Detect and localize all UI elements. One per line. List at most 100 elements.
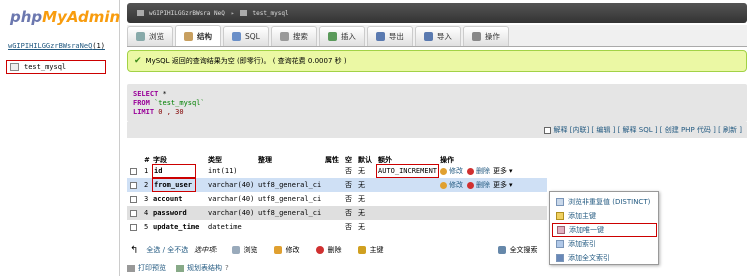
delete-link[interactable]: 删除 (476, 180, 490, 190)
database-link[interactable]: wGIPIHILGGzrBWsraNeQ(1) (8, 42, 105, 50)
nav-table-label[interactable]: test_mysql (24, 63, 66, 71)
profiling-checkbox[interactable] (543, 126, 551, 134)
edit-link[interactable]: 修改 (449, 180, 463, 190)
database-name[interactable]: wGIPIHILGGzrBWsraNeQ (8, 42, 92, 50)
print-view-link[interactable]: 打印预览 (138, 263, 166, 273)
row-num: 3 (144, 195, 149, 203)
success-message: ✔ MySQL 返回的查询结果为空 (即零行)。 ( 查询花费 0.0007 秒… (127, 50, 747, 72)
field-name[interactable]: password (153, 206, 187, 220)
sql-links-text[interactable]: 解释 [内联] [ 编辑 ] [ 解释 SQL ] [ 创建 PHP 代码 ] … (554, 125, 742, 135)
field-default: 无 (358, 167, 365, 175)
tab-structure[interactable]: 结构 (175, 25, 221, 46)
tab-browse[interactable]: 浏览 (127, 26, 173, 46)
export-icon (375, 32, 385, 41)
more-button[interactable]: 更多 (493, 180, 507, 190)
database-table-count: (1) (92, 42, 105, 50)
tab-operations[interactable]: 操作 (462, 26, 509, 46)
table-row[interactable]: 3 account varchar(40) utf8_general_ci 否 … (127, 192, 547, 206)
pencil-icon (273, 246, 282, 254)
propose-structure-link[interactable]: 规划表结构 (187, 263, 222, 273)
field-collation: utf8_general_ci (258, 209, 322, 217)
breadcrumb-table[interactable]: test_mysql (252, 10, 288, 17)
import-icon (423, 32, 433, 41)
help-icon[interactable]: ? (225, 264, 229, 272)
tab-label: 操作 (484, 32, 500, 41)
sql-links-bar: 解释 [内联] [ 编辑 ] [ 解释 SQL ] [ 创建 PHP 代码 ] … (127, 122, 747, 138)
menu-item-fulltext[interactable]: 添加全文索引 (552, 251, 657, 265)
menu-item-label: 添加主键 (568, 212, 596, 220)
check-all-link[interactable]: 全选 / 全不选 (146, 245, 188, 255)
row-checkbox[interactable] (130, 220, 137, 234)
row-checkbox[interactable] (130, 192, 137, 206)
tab-search[interactable]: 搜索 (270, 26, 317, 46)
field-type: datetime (208, 223, 242, 231)
field-null: 否 (345, 223, 352, 231)
row-num: 4 (144, 209, 149, 217)
chevron-down-icon[interactable]: ▾ (509, 181, 513, 189)
tab-bar: 浏览 结构 SQL 搜索 插入 导出 导入 操作 (127, 25, 747, 47)
print-icon (127, 264, 135, 272)
table-row[interactable]: 4 password varchar(40) utf8_general_ci 否… (127, 206, 547, 220)
phpmyadmin-logo[interactable]: phpMyAdmin (10, 8, 120, 26)
arrow-up-icon: ↰ (130, 244, 139, 256)
bulk-fulltext-button[interactable]: 全文搜索 (510, 245, 538, 255)
tab-label: 导出 (388, 32, 404, 41)
search-icon (279, 32, 289, 41)
row-num: 5 (144, 223, 149, 231)
menu-item-distinct[interactable]: 浏览非重复值 (DISTINCT) (552, 195, 657, 209)
bulk-edit-button[interactable]: 修改 (286, 245, 300, 255)
bulk-delete-button[interactable]: 删除 (328, 245, 342, 255)
structure-icon (184, 31, 193, 41)
table-icon (10, 63, 19, 71)
field-null: 否 (345, 167, 352, 175)
menu-item-index[interactable]: 添加索引 (552, 237, 657, 251)
distinct-icon (556, 198, 564, 206)
menu-item-label: 添加唯一键 (569, 226, 604, 234)
sql-query-box: SELECT * FROM `test_mysql` LIMIT 0 , 30 (127, 84, 747, 122)
sql-limit-values: 0 , 30 (158, 108, 184, 116)
key-icon (357, 246, 366, 254)
delete-icon (467, 181, 474, 189)
chevron-down-icon[interactable]: ▾ (509, 167, 513, 175)
row-actions: 修改 删除 更多 ▾ (440, 178, 513, 192)
pencil-icon (440, 167, 447, 175)
insert-icon (327, 32, 337, 41)
field-type: varchar(40) (208, 181, 255, 189)
tab-import[interactable]: 导入 (414, 26, 461, 46)
field-extra: AUTO_INCREMENT (376, 164, 440, 178)
tab-insert[interactable]: 插入 (318, 26, 365, 46)
delete-link[interactable]: 删除 (476, 166, 490, 176)
bulk-primary-button[interactable]: 主键 (370, 245, 384, 255)
row-checkbox[interactable] (130, 178, 137, 192)
field-name[interactable]: update_time (153, 220, 199, 234)
nav-table-item[interactable]: test_mysql (6, 60, 106, 74)
field-type: int(11) (208, 167, 238, 175)
bulk-browse-button[interactable]: 浏览 (244, 245, 258, 255)
row-checkbox[interactable] (130, 206, 137, 220)
edit-link[interactable]: 修改 (449, 166, 463, 176)
field-collation: utf8_general_ci (258, 195, 322, 203)
breadcrumb-server[interactable]: wGIPIHILGGzrBWsra NeQ (149, 10, 225, 17)
more-button[interactable]: 更多 (493, 166, 507, 176)
table-row[interactable]: 2 from_user varchar(40) utf8_general_ci … (127, 178, 547, 192)
row-checkbox[interactable] (130, 164, 137, 178)
tab-export[interactable]: 导出 (366, 26, 413, 46)
fulltext-icon (497, 246, 506, 254)
field-name[interactable]: from_user (152, 178, 196, 192)
tab-sql[interactable]: SQL (223, 26, 269, 46)
phpmyadmin-window: phpMyAdmin wGIPIHILGGzrBWsraNeQ(1) test_… (0, 0, 750, 276)
row-num: 2 (144, 181, 149, 189)
table-row[interactable]: 1 id int(11) 否 无 AUTO_INCREMENT 修改 删除 更多… (127, 164, 547, 178)
field-name[interactable]: account (153, 192, 183, 206)
menu-item-unique[interactable]: 添加唯一键 (552, 223, 657, 237)
table-row[interactable]: 5 update_time datetime 否 无 (127, 220, 547, 234)
field-default: 无 (358, 209, 365, 217)
menu-item-label: 添加全文索引 (568, 254, 610, 262)
field-name[interactable]: id (152, 164, 196, 178)
menu-item-primary[interactable]: 添加主键 (552, 209, 657, 223)
menu-item-label: 添加索引 (568, 240, 596, 248)
footer-links: 打印预览 规划表结构 ? (127, 263, 229, 273)
logo-myadmin-text: MyAdmin (42, 8, 121, 26)
main-panel: wGIPIHILGGzrBWsra NeQ ▸ test_mysql 浏览 结构… (122, 0, 750, 276)
delete-icon (315, 246, 324, 254)
